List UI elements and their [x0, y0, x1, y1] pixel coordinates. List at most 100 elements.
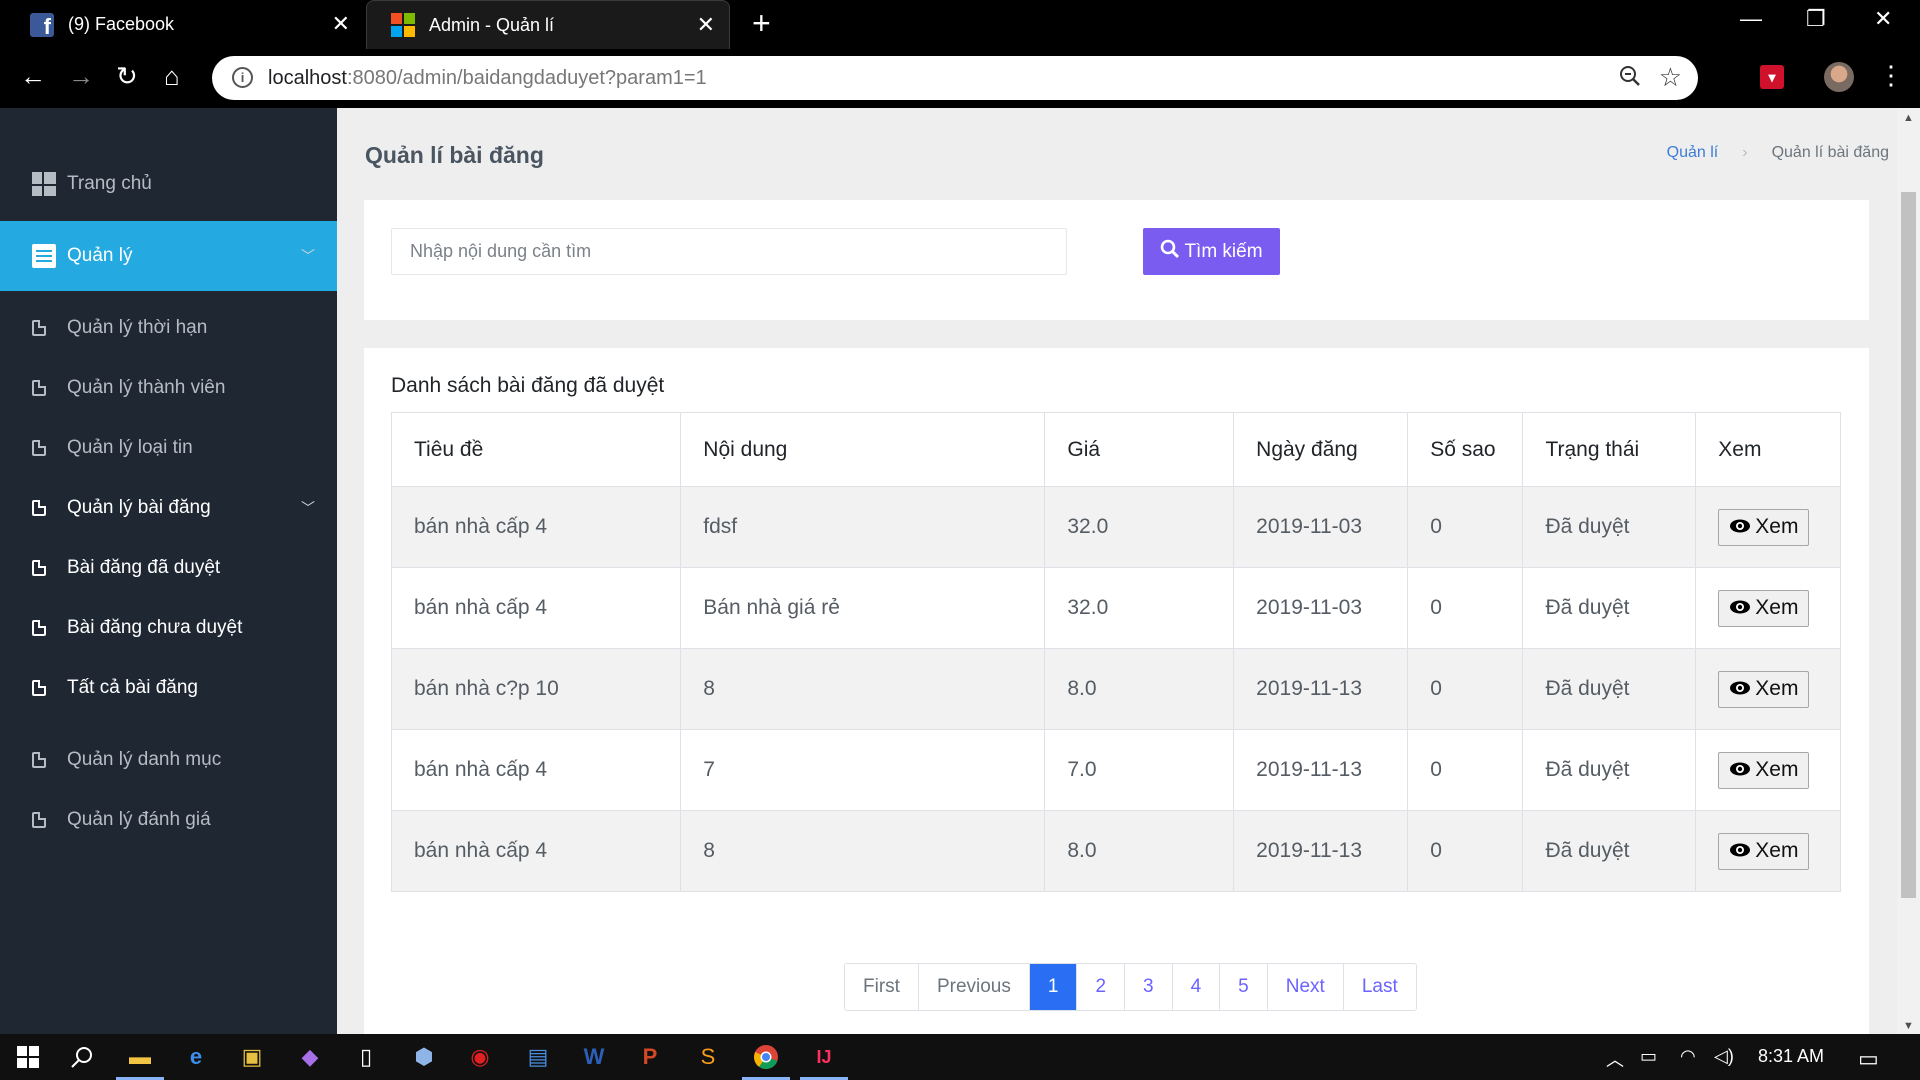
chevron-down-icon: ﹀ — [301, 248, 315, 264]
menu-dots-icon[interactable]: ⋮ — [1878, 60, 1904, 91]
page-first[interactable]: First — [845, 964, 919, 1010]
edge-icon[interactable]: e — [182, 1043, 210, 1071]
page-next[interactable]: Next — [1268, 964, 1344, 1010]
cell-view: Xem — [1695, 486, 1841, 568]
clock[interactable]: 8:31 AM — [1758, 1046, 1824, 1067]
breadcrumb-link[interactable]: Quản lí — [1667, 144, 1719, 162]
sidebar-item-posts[interactable]: Quản lý bài đăng ﹀ — [0, 478, 337, 538]
main-content: Quản lí bài đăng Quản lí › Quản lí bài đ… — [337, 108, 1897, 1034]
sidebar-item-home[interactable]: Trang chủ — [0, 154, 337, 214]
powerpoint-icon[interactable]: P — [636, 1043, 664, 1071]
sidebar-item-label: Bài đăng đã duyệt — [67, 557, 221, 578]
sidebar-item-label: Bài đăng chưa duyệt — [67, 617, 243, 638]
sidebar-item-approved-posts[interactable]: Bài đăng đã duyệt — [0, 538, 337, 598]
window-close-icon[interactable]: ✕ — [1874, 6, 1892, 32]
page-number[interactable]: 4 — [1173, 964, 1221, 1010]
red-app-icon[interactable]: ◉ — [466, 1043, 494, 1071]
box-app-icon[interactable]: ⬢ — [410, 1043, 438, 1071]
sidebar-item-pending-posts[interactable]: Bài đăng chưa duyệt — [0, 598, 337, 658]
file-explorer-icon[interactable]: ▬ — [126, 1043, 154, 1071]
page-number[interactable]: 5 — [1220, 964, 1268, 1010]
url-text[interactable]: localhost:8080/admin/baidangdaduyet?para… — [268, 67, 707, 90]
cell-view: Xem — [1695, 648, 1841, 730]
back-icon[interactable]: ← — [20, 61, 46, 92]
sticky-app-icon[interactable]: ▣ — [238, 1043, 266, 1071]
view-button[interactable]: Xem — [1718, 751, 1810, 789]
cell-date: 2019-11-03 — [1233, 567, 1409, 649]
search-icon[interactable] — [68, 1043, 96, 1071]
search-icon — [1160, 239, 1180, 265]
forward-icon[interactable]: → — [68, 61, 94, 92]
home-icon[interactable]: ⌂ — [164, 61, 180, 92]
scroll-up-icon[interactable]: ▲ — [1903, 112, 1914, 124]
wifi-icon[interactable]: ◠ — [1680, 1046, 1696, 1067]
column-header: Trạng thái — [1522, 412, 1697, 487]
zoom-icon[interactable] — [1618, 64, 1642, 95]
page-last[interactable]: Last — [1344, 964, 1416, 1010]
page-number[interactable]: 2 — [1077, 964, 1126, 1010]
table-row: bán nhà cấp 4 8 8.0 2019-11-13 0 Đã duyệ… — [390, 810, 1841, 892]
tab-facebook[interactable]: (9) Facebook ✕ — [0, 0, 364, 49]
sublime-text-icon[interactable]: S — [694, 1043, 722, 1071]
sidebar-item-post-types[interactable]: Quản lý loại tin — [0, 418, 337, 478]
chevron-down-icon: ﹀ — [301, 500, 315, 516]
minimize-icon[interactable]: — — [1740, 6, 1762, 32]
new-tab-icon[interactable]: + — [752, 5, 771, 42]
tray-chevron-up-icon[interactable]: ︿ — [1606, 1046, 1624, 1072]
document-icon — [32, 440, 46, 456]
view-button[interactable]: Xem — [1718, 832, 1810, 870]
word-icon[interactable]: W — [580, 1043, 608, 1071]
volume-icon[interactable]: ◁) — [1714, 1046, 1734, 1067]
profile-avatar[interactable] — [1824, 62, 1854, 92]
close-icon[interactable]: ✕ — [697, 12, 715, 38]
page-number-current[interactable]: 1 — [1029, 964, 1078, 1010]
view-button[interactable]: Xem — [1718, 670, 1810, 708]
table-row: bán nhà cấp 4 fdsf 32.0 2019-11-03 0 Đã … — [390, 486, 1841, 568]
chrome-icon[interactable] — [752, 1043, 780, 1071]
view-button[interactable]: Xem — [1718, 589, 1810, 627]
intellij-icon[interactable]: IJ — [810, 1043, 838, 1071]
search-input[interactable] — [391, 228, 1067, 275]
cell-title: bán nhà cấp 4 — [390, 810, 682, 892]
sidebar-item-manage[interactable]: Quản lý ﹀ — [0, 221, 337, 291]
windows-start-icon[interactable] — [14, 1043, 42, 1071]
sidebar-item-label: Quản lý danh mục — [67, 749, 222, 770]
bookmark-star-icon[interactable]: ☆ — [1659, 62, 1682, 93]
info-icon[interactable]: i — [232, 67, 253, 88]
address-bar[interactable]: i localhost:8080/admin/baidangdaduyet?pa… — [212, 56, 1698, 100]
windows-taskbar: ▬ e ▣ ◆ ▯ ⬢ ◉ ▤ W P S IJ ︿ ▭ ◠ ◁) 8:31 A… — [0, 1034, 1920, 1080]
sidebar-item-reviews[interactable]: Quản lý đánh giá — [0, 790, 337, 850]
view-button[interactable]: Xem — [1718, 508, 1810, 546]
page-scrollbar[interactable]: ▲ ▼ — [1897, 108, 1920, 1034]
scroll-down-icon[interactable]: ▼ — [1903, 1020, 1914, 1032]
sidebar-item-label: Trang chủ — [67, 173, 152, 194]
remote-app-icon[interactable]: ▤ — [524, 1043, 552, 1071]
extension-icon[interactable]: ▾ — [1760, 65, 1784, 89]
sidebar-item-label: Quản lý đánh giá — [67, 809, 211, 830]
cell-status: Đã duyệt — [1522, 486, 1697, 568]
cell-title: bán nhà cấp 4 — [390, 567, 682, 649]
document-icon[interactable]: ▯ — [352, 1043, 380, 1071]
sidebar-item-members[interactable]: Quản lý thành viên — [0, 358, 337, 418]
reload-icon[interactable]: ↻ — [116, 61, 138, 92]
cell-price: 32.0 — [1044, 486, 1235, 568]
visual-studio-icon[interactable]: ◆ — [296, 1043, 324, 1071]
close-icon[interactable]: ✕ — [332, 11, 350, 37]
page-number[interactable]: 3 — [1125, 964, 1173, 1010]
sidebar-item-term[interactable]: Quản lý thời hạn — [0, 298, 337, 358]
scrollbar-thumb[interactable] — [1901, 192, 1916, 898]
sidebar-item-all-posts[interactable]: Tất cả bài đăng — [0, 658, 337, 718]
restore-icon[interactable]: ❐ — [1806, 6, 1826, 32]
page-previous[interactable]: Previous — [919, 964, 1030, 1010]
document-icon — [32, 320, 46, 336]
search-button[interactable]: Tìm kiếm — [1143, 228, 1280, 275]
document-icon — [32, 752, 46, 768]
table-row: bán nhà cấp 4 7 7.0 2019-11-13 0 Đã duyệ… — [390, 729, 1841, 811]
column-header: Giá — [1044, 412, 1235, 487]
tab-admin[interactable]: Admin - Quản lí ✕ — [366, 0, 730, 49]
notification-icon[interactable]: ▭ — [1858, 1046, 1879, 1072]
search-button-label: Tìm kiếm — [1184, 240, 1263, 262]
view-button-label: Xem — [1755, 758, 1799, 781]
battery-icon[interactable]: ▭ — [1640, 1046, 1657, 1067]
sidebar-item-categories[interactable]: Quản lý danh mục — [0, 730, 337, 790]
